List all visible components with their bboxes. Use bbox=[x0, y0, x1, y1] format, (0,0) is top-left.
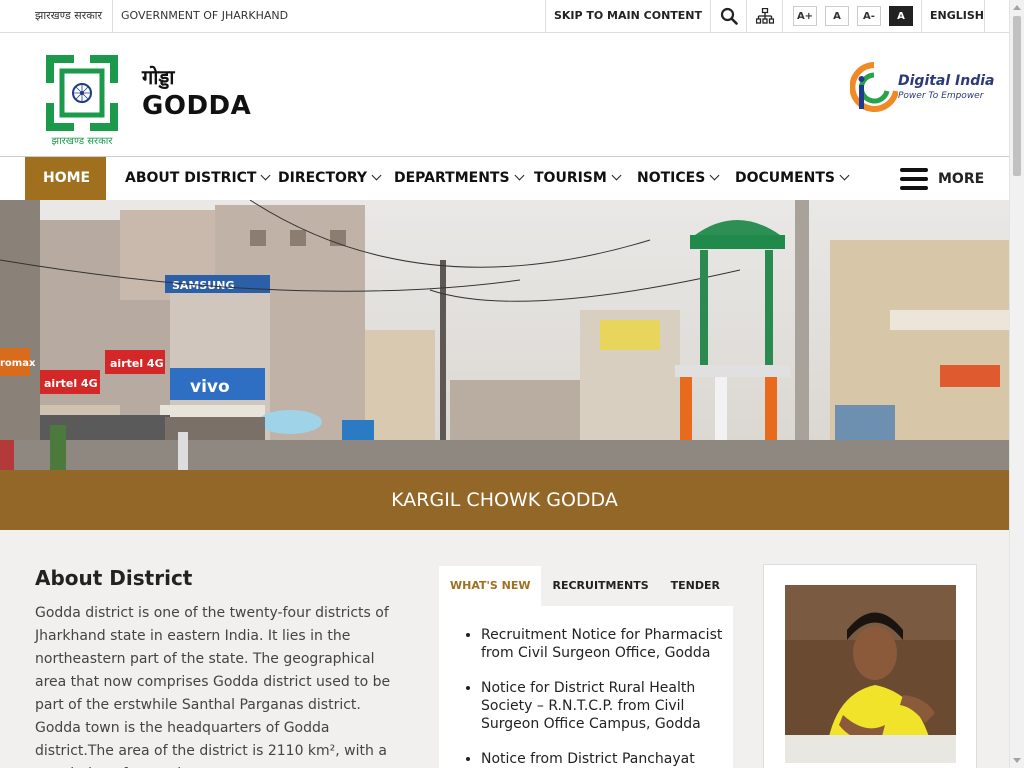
nav-notices-label: NOTICES bbox=[637, 170, 706, 186]
chevron-down-icon bbox=[371, 170, 382, 181]
scrollbar-thumb[interactable] bbox=[1013, 16, 1021, 176]
main-navigation: HOME ABOUT DISTRICT DIRECTORY DEPARTMENT… bbox=[0, 157, 1009, 200]
tab-whats-new[interactable]: WHAT'S NEW bbox=[439, 566, 542, 606]
search-button[interactable] bbox=[710, 0, 746, 32]
top-bar: झारखण्ड सरकार GOVERNMENT OF JHARKHAND SK… bbox=[0, 0, 1009, 33]
svg-text:airtel 4G: airtel 4G bbox=[44, 377, 98, 390]
news-list: Recruitment Notice for Pharmacist from C… bbox=[461, 626, 723, 768]
skip-to-main-content-link[interactable]: SKIP TO MAIN CONTENT bbox=[544, 0, 710, 32]
main-content: About District Godda district is one of … bbox=[0, 530, 1009, 768]
government-link-hindi[interactable]: झारखण्ड सरकार bbox=[35, 0, 113, 32]
news-item[interactable]: Notice from District Panchayat bbox=[481, 750, 723, 768]
about-district-text: Godda district is one of the twenty-four… bbox=[35, 605, 391, 768]
nav-about-district[interactable]: ABOUT DISTRICT bbox=[125, 157, 271, 200]
banner-caption: KARGIL CHOWK GODDA bbox=[0, 470, 1009, 530]
news-item[interactable]: Notice for District Rural Health Society… bbox=[481, 679, 723, 733]
tab-tender[interactable]: TENDER bbox=[660, 566, 731, 606]
font-size-controls: A+ A A- A bbox=[782, 0, 921, 32]
sitemap-button[interactable] bbox=[746, 0, 782, 32]
chevron-down-icon bbox=[709, 170, 720, 181]
whats-new-panel: Recruitment Notice for Pharmacist from C… bbox=[439, 606, 733, 768]
official-profile-card bbox=[763, 564, 977, 768]
site-name[interactable]: GODDA bbox=[142, 91, 251, 121]
nav-directory[interactable]: DIRECTORY bbox=[278, 157, 382, 200]
tab-recruitments[interactable]: RECRUITMENTS bbox=[541, 566, 659, 606]
nav-documents-label: DOCUMENTS bbox=[735, 170, 836, 186]
nav-departments-label: DEPARTMENTS bbox=[394, 170, 510, 186]
svg-text:airtel 4G: airtel 4G bbox=[110, 357, 164, 370]
sitemap-icon bbox=[755, 8, 774, 24]
news-item[interactable]: Recruitment Notice for Pharmacist from C… bbox=[481, 626, 723, 662]
nav-home[interactable]: HOME bbox=[25, 157, 106, 200]
official-photo bbox=[785, 585, 956, 763]
svg-text:vivo: vivo bbox=[190, 377, 230, 397]
scroll-up-arrow-icon[interactable] bbox=[1013, 5, 1021, 10]
hamburger-menu-icon bbox=[900, 167, 928, 190]
site-header: झारखण्ड सरकार गोड्डा GODDA Digital India… bbox=[0, 33, 1009, 157]
svg-text:झारखण्ड सरकार: झारखण्ड सरकार bbox=[52, 136, 114, 147]
chevron-down-icon bbox=[261, 170, 271, 181]
chevron-down-icon bbox=[514, 170, 524, 181]
high-contrast-button[interactable]: A bbox=[889, 6, 913, 26]
digital-india-emblem-icon bbox=[849, 62, 899, 112]
chevron-down-icon bbox=[839, 170, 850, 181]
nav-tourism-label: TOURISM bbox=[534, 170, 607, 186]
chevron-down-icon bbox=[611, 170, 622, 181]
about-district-heading: About District bbox=[35, 566, 193, 590]
nav-documents[interactable]: DOCUMENTS bbox=[735, 157, 850, 200]
government-link-english[interactable]: GOVERNMENT OF JHARKHAND bbox=[121, 0, 288, 32]
notices-tabs: WHAT'S NEW RECRUITMENTS TENDER bbox=[439, 566, 733, 606]
scroll-down-arrow-icon[interactable] bbox=[1013, 758, 1021, 763]
nav-directory-label: DIRECTORY bbox=[278, 170, 368, 186]
digital-india-title: Digital India bbox=[898, 73, 995, 89]
font-decrease-button[interactable]: A- bbox=[857, 6, 881, 26]
hero-banner-slider[interactable]: SAMSUNG airtel 4G airtel 4G vivo romax K… bbox=[0, 200, 1009, 530]
digital-india-logo[interactable]: Digital India Power To Empower bbox=[849, 61, 995, 117]
page-scrollbar[interactable] bbox=[1009, 0, 1024, 768]
nav-tourism[interactable]: TOURISM bbox=[534, 157, 622, 200]
nav-notices[interactable]: NOTICES bbox=[637, 157, 720, 200]
top-bar-tools: SKIP TO MAIN CONTENT A+ A A- A ENGLISH bbox=[544, 0, 985, 32]
svg-text:romax: romax bbox=[0, 358, 36, 369]
digital-india-tagline: Power To Empower bbox=[898, 91, 984, 101]
nav-more-button[interactable]: MORE bbox=[900, 157, 984, 200]
language-selector[interactable]: ENGLISH bbox=[921, 0, 985, 32]
jharkhand-emblem-logo[interactable]: झारखण्ड सरकार bbox=[40, 51, 124, 147]
search-icon bbox=[720, 7, 738, 25]
nav-departments[interactable]: DEPARTMENTS bbox=[394, 157, 524, 200]
nav-about-district-label: ABOUT DISTRICT bbox=[125, 170, 257, 186]
nav-more-label: MORE bbox=[938, 170, 985, 187]
font-increase-button[interactable]: A+ bbox=[793, 6, 817, 26]
font-normal-button[interactable]: A bbox=[825, 6, 849, 26]
site-name-hindi: गोड्डा bbox=[142, 65, 175, 89]
